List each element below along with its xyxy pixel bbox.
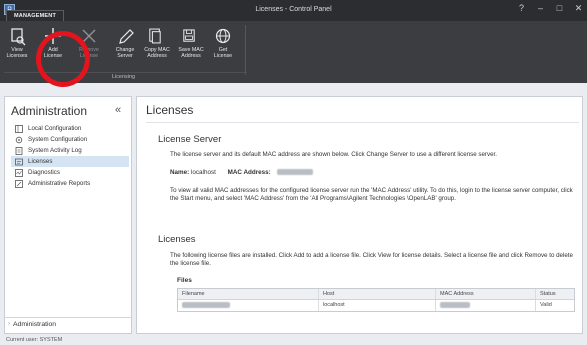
mac-cell [436, 300, 536, 311]
sidebar-item-label: System Configuration [28, 136, 88, 143]
license-server-intro: The license server and its default MAC a… [170, 151, 497, 158]
system-config-icon [15, 136, 23, 143]
sidebar-item-licenses[interactable]: Licenses [11, 156, 129, 167]
table-row[interactable]: localhost Valid [178, 300, 574, 311]
highlight-circle [36, 31, 90, 87]
sidebar-title: Administration [11, 104, 88, 118]
window-title: Licenses - Control Panel [255, 6, 332, 13]
change-server-label: Change Server [115, 47, 135, 60]
host-cell: localhost [319, 300, 436, 311]
column-status[interactable]: Status [536, 289, 574, 299]
sidebar: Administration « Local Configuration Sys… [4, 96, 132, 334]
activity-log-icon [15, 146, 23, 155]
view-licenses-label: View Licenses [6, 47, 28, 60]
filename-cell [178, 300, 319, 311]
license-server-help: To view all valid MAC addresses for the … [170, 187, 573, 203]
get-license-label: Get License [213, 47, 233, 60]
sidebar-item-system-activity-log[interactable]: System Activity Log [11, 145, 129, 156]
copy-icon [149, 28, 161, 44]
local-config-icon [15, 124, 23, 133]
sidebar-item-label: Local Configuration [28, 125, 82, 132]
change-server-button[interactable]: Change Server [112, 23, 138, 71]
tab-management[interactable]: MANAGEMENT [6, 10, 64, 21]
title-bar: ◘ Licenses - Control Panel ? – □ ✕ [0, 0, 587, 21]
column-mac-address[interactable]: MAC Address [436, 289, 536, 299]
ribbon-separator [245, 25, 246, 75]
column-filename[interactable]: Filename [178, 289, 319, 299]
sidebar-list: Local Configuration System Configuration… [11, 123, 129, 189]
sidebar-divider [5, 317, 131, 318]
help-button[interactable]: ? [517, 3, 526, 14]
column-host[interactable]: Host [319, 289, 436, 299]
status-bar: Current user: SYSTEM [0, 337, 587, 345]
status-cell: Valid [540, 302, 552, 308]
save-mac-label: Save MAC Address [178, 47, 204, 60]
page-title: Licenses [146, 103, 194, 117]
close-button[interactable]: ✕ [574, 3, 583, 14]
license-server-name-row: Name: localhost MAC Address: [170, 169, 313, 176]
sidebar-section-administration[interactable]: Administration [13, 321, 56, 328]
reports-icon [15, 179, 23, 188]
main-panel: Licenses License Server The license serv… [136, 96, 583, 334]
licenses-icon [15, 158, 23, 165]
sidebar-item-administrative-reports[interactable]: Administrative Reports [11, 178, 129, 189]
pencil-icon [119, 29, 134, 44]
sidebar-item-label: System Activity Log [28, 147, 82, 154]
sidebar-item-system-configuration[interactable]: System Configuration [11, 134, 129, 145]
title-divider [146, 122, 579, 123]
table-header: Filename Host MAC Address Status [178, 289, 574, 300]
copy-mac-label: Copy MAC Address [144, 47, 170, 60]
sidebar-item-label: Diagnostics [28, 169, 60, 176]
copy-mac-button[interactable]: Copy MAC Address [142, 23, 172, 71]
license-server-heading: License Server [158, 134, 222, 145]
filename-redacted [182, 301, 230, 308]
mac-redacted [440, 301, 470, 308]
maximize-button[interactable]: □ [555, 3, 564, 14]
current-user-text: Current user: SYSTEM [6, 337, 63, 343]
licenses-intro: The following license files are installe… [170, 252, 573, 268]
globe-icon [215, 28, 231, 44]
chevron-right-icon: › [8, 321, 10, 327]
files-label: Files [177, 277, 192, 284]
name-label: Name: [170, 169, 190, 176]
sidebar-item-label: Administrative Reports [28, 180, 91, 187]
sidebar-item-label: Licenses [28, 158, 53, 165]
collapse-icon[interactable]: « [115, 104, 121, 116]
name-value: localhost [191, 169, 216, 176]
mac-value-redacted [276, 169, 313, 176]
sidebar-item-diagnostics[interactable]: Diagnostics [11, 167, 129, 178]
minimize-button[interactable]: – [536, 3, 545, 14]
licenses-heading: Licenses [158, 234, 196, 245]
view-icon [11, 28, 26, 46]
files-table: Filename Host MAC Address Status localho… [177, 288, 575, 312]
save-mac-button[interactable]: Save MAC Address [176, 23, 206, 71]
window-controls: ? – □ ✕ [517, 3, 583, 14]
mac-label: MAC Address: [227, 169, 271, 176]
view-licenses-button[interactable]: View Licenses [4, 23, 30, 71]
get-license-button[interactable]: Get License [210, 23, 236, 71]
sidebar-item-local-configuration[interactable]: Local Configuration [11, 123, 129, 134]
ribbon-group-label: Licensing [111, 74, 136, 80]
save-icon [183, 29, 195, 42]
diagnostics-icon [15, 168, 23, 177]
